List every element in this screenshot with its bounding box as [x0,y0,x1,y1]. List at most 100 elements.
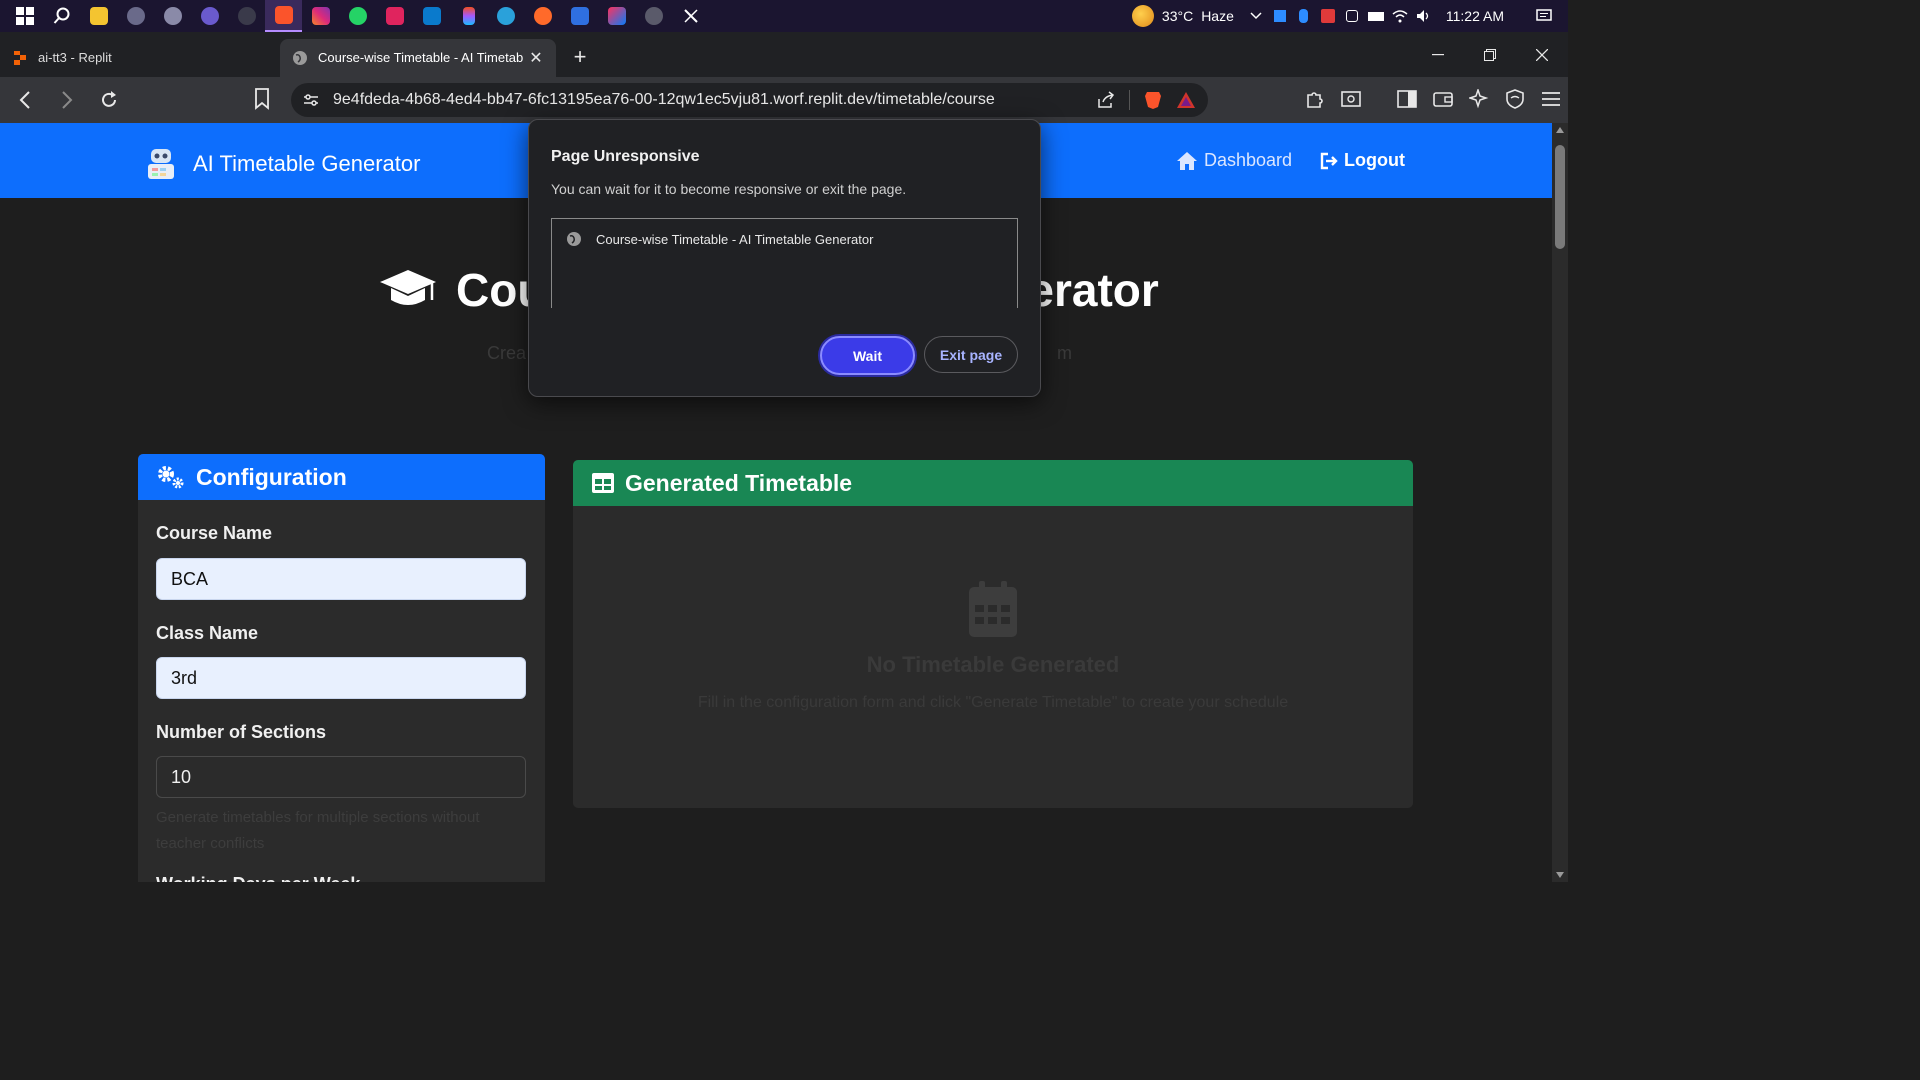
sections-label: Number of Sections [156,722,327,742]
home-icon [1176,151,1197,170]
working-days-label: Working Days per Week [156,874,360,882]
search-icon[interactable] [43,0,80,32]
sections-input[interactable]: 10 [156,756,526,798]
extensions-puzzle-icon[interactable] [1303,85,1327,113]
notification-icon[interactable] [1536,9,1552,23]
camera-icon[interactable] [1344,9,1360,23]
brand[interactable]: AI Timetable Generator [145,147,420,181]
brave-shields-icon[interactable] [1144,90,1162,110]
empty-state: No Timetable Generated Fill in the confi… [573,506,1413,808]
figma-icon[interactable] [450,0,487,32]
leo-ai-icon[interactable] [1467,85,1491,113]
exit-page-button[interactable]: Exit page [924,336,1018,373]
wallet-icon[interactable] [1431,85,1455,113]
generated-timetable-header: Generated Timetable [573,460,1413,506]
brave-rewards-icon[interactable] [1176,91,1196,109]
windows-start-icon[interactable] [6,0,43,32]
window-controls [1412,32,1568,77]
bookmark-icon[interactable] [254,88,270,110]
file-explorer-icon[interactable] [80,0,117,32]
globe-icon [567,232,581,246]
app-icon[interactable] [117,0,154,32]
nav-dashboard-link[interactable]: Dashboard [1176,150,1292,171]
clock-time[interactable]: 11:22 AM [1446,8,1504,24]
dialog-message: You can wait for it to become responsive… [551,181,907,197]
app-icon[interactable] [191,0,228,32]
graduation-cap-icon [380,270,436,305]
site-settings-icon[interactable] [303,93,319,107]
vscode-icon[interactable] [413,0,450,32]
nav-logout-link[interactable]: Logout [1320,150,1405,171]
configuration-card: Configuration Course Name BCA Class Name… [138,454,545,882]
whatsapp-icon[interactable] [339,0,376,32]
sidebar-icon[interactable] [1395,85,1419,113]
page-scrollbar[interactable] [1552,123,1568,882]
replit-favicon-icon [14,50,26,65]
url-text[interactable]: 9e4fdeda-4b68-4ed4-bb47-6fc13195ea76-00-… [333,91,1097,109]
chevron-up-icon[interactable] [1248,9,1264,23]
instagram-icon[interactable] [302,0,339,32]
restore-icon[interactable] [1464,32,1516,77]
windows-taskbar: 33°C Haze 11:22 AM [0,0,1568,32]
minimize-icon[interactable] [1412,32,1464,77]
app-icon[interactable] [376,0,413,32]
app-icon[interactable] [154,0,191,32]
battery-icon[interactable] [1367,9,1384,23]
unresponsive-pages-list: Course-wise Timetable - AI Timetable Gen… [551,218,1018,308]
forward-icon[interactable] [50,83,84,117]
scroll-down-icon[interactable] [1556,872,1564,878]
subtitle-left: Crea [487,343,527,363]
telegram-icon[interactable] [487,0,524,32]
page-title-right: erator [1028,264,1159,316]
wait-button[interactable]: Wait [820,336,915,375]
menu-icon[interactable] [1539,85,1563,113]
generated-timetable-card: Generated Timetable No Timetable Generat… [573,460,1413,808]
app-icon[interactable] [561,0,598,32]
unresponsive-page-title: Course-wise Timetable - AI Timetable Gen… [596,231,874,247]
configuration-header: Configuration [138,454,545,500]
robot-logo-icon [148,149,174,179]
intellij-icon[interactable] [598,0,635,32]
calendar-icon [969,581,1017,637]
reload-icon[interactable] [92,83,126,117]
browser-extensions [1303,85,1563,113]
weather-temperature: 33°C [1161,8,1194,24]
x-twitter-icon[interactable] [672,0,709,32]
app-icon[interactable] [635,0,672,32]
scroll-up-icon[interactable] [1556,127,1564,133]
app-icon[interactable] [228,0,265,32]
tab-label: ai-tt3 - Replit [38,50,112,65]
new-tab-icon[interactable]: + [562,39,598,75]
gears-icon [158,466,184,489]
course-name-label: Course Name [156,523,273,543]
back-icon[interactable] [8,83,42,117]
taskbar-apps [0,0,709,32]
brave-browser-icon[interactable] [265,0,302,32]
share-icon[interactable] [1097,91,1115,109]
tab-replit[interactable]: ai-tt3 - Replit [0,39,280,77]
bluetooth-icon[interactable] [1296,9,1312,23]
divider [1375,85,1383,113]
close-tab-icon[interactable]: ✕ [528,50,544,67]
vpn-shield-icon[interactable] [1503,85,1527,113]
class-name-input[interactable]: 3rd [156,657,526,699]
wifi-icon[interactable] [1392,9,1408,23]
reader-mode-icon[interactable] [1339,85,1363,113]
scrollbar-thumb[interactable] [1555,145,1565,249]
browser-toolbar: 9e4fdeda-4b68-4ed4-bb47-6fc13195ea76-00-… [0,77,1568,123]
weather-widget[interactable]: 33°C Haze [1131,5,1234,27]
course-name-input[interactable]: BCA [156,558,526,600]
tray-app-icon[interactable] [1320,9,1336,23]
logout-icon [1320,152,1338,169]
empty-state-title: No Timetable Generated [866,652,1120,677]
system-tray: 33°C Haze 11:22 AM [1131,5,1568,27]
tray-app-icon[interactable] [1272,9,1288,23]
app-icon[interactable] [524,0,561,32]
tab-course-timetable[interactable]: Course-wise Timetable - AI Timetab ✕ [280,38,556,77]
brand-name: AI Timetable Generator [193,151,421,176]
volume-icon[interactable] [1416,9,1432,23]
empty-state-text: Fill in the configuration form and click… [697,694,1289,711]
close-window-icon[interactable] [1516,32,1568,77]
browser-tab-bar: ai-tt3 - Replit Course-wise Timetable - … [0,32,1568,77]
address-bar[interactable]: 9e4fdeda-4b68-4ed4-bb47-6fc13195ea76-00-… [291,83,1208,117]
